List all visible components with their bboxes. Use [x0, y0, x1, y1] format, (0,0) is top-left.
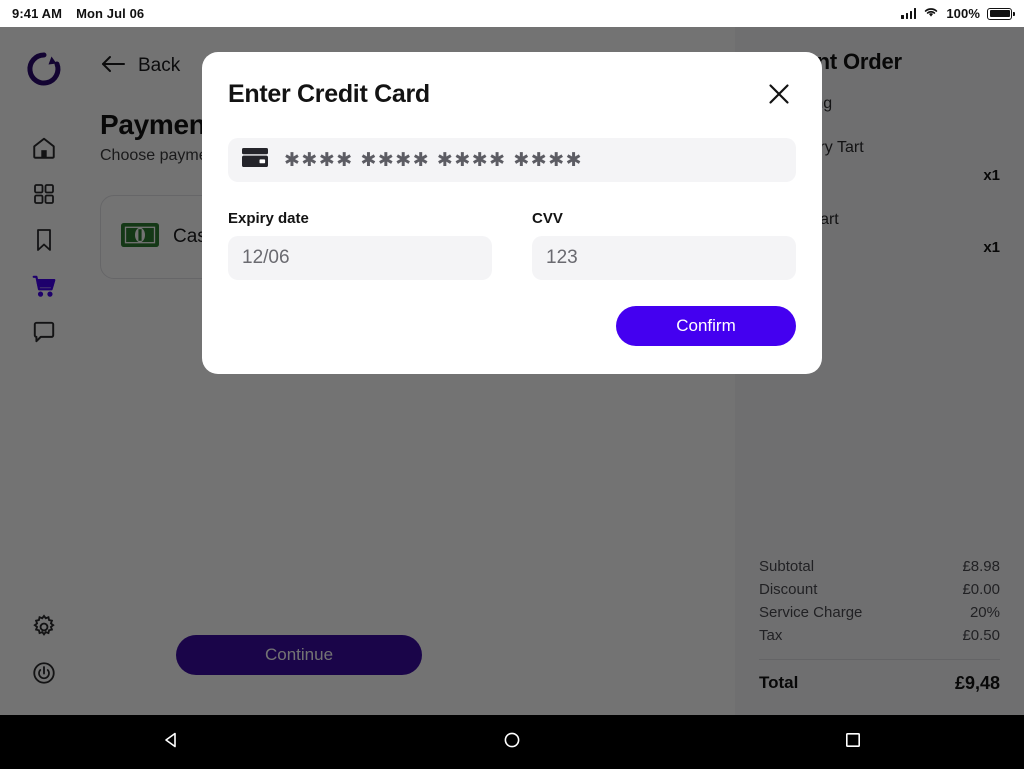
close-button[interactable] — [762, 78, 796, 112]
android-back-button[interactable] — [131, 722, 211, 762]
modal-title: Enter Credit Card — [228, 80, 430, 108]
card-number-value: ✱✱✱✱ ✱✱✱✱ ✱✱✱✱ ✱✱✱✱ — [284, 149, 584, 171]
status-bar-right: 100% — [901, 5, 1015, 23]
wifi-icon — [923, 5, 939, 23]
cvv-input[interactable] — [532, 236, 796, 280]
status-date: Mon Jul 06 — [76, 6, 145, 21]
android-recents-icon — [843, 730, 863, 755]
expiry-label: Expiry date — [228, 210, 309, 227]
tablet-screen: 9:41 AM Mon Jul 06 100% Enter Credit Car… — [0, 0, 1024, 769]
android-home-icon — [502, 730, 522, 755]
credit-card-modal: Enter Credit Card ✱✱✱✱ ✱✱✱✱ ✱✱✱✱ ✱✱✱✱ Ex… — [202, 52, 822, 374]
android-home-button[interactable] — [472, 722, 552, 762]
android-navigation-bar — [0, 715, 1024, 769]
battery-full-icon — [987, 7, 1015, 20]
confirm-button[interactable]: Confirm — [616, 306, 796, 346]
cvv-label: CVV — [532, 210, 563, 227]
status-time: 9:41 AM — [12, 6, 63, 21]
android-back-icon — [161, 730, 181, 755]
expiry-col: Expiry date — [228, 210, 492, 280]
card-number-field[interactable]: ✱✱✱✱ ✱✱✱✱ ✱✱✱✱ ✱✱✱✱ — [228, 138, 796, 182]
cellular-signal-icon — [901, 8, 917, 19]
cvv-col: CVV — [532, 210, 796, 280]
close-icon — [766, 81, 792, 110]
expiry-input[interactable] — [228, 236, 492, 280]
status-bar-left: 9:41 AM Mon Jul 06 — [12, 6, 144, 21]
credit-card-icon — [242, 148, 268, 172]
modal-footer: Confirm — [228, 306, 796, 346]
modal-header: Enter Credit Card — [228, 78, 796, 112]
card-details-row: Expiry date CVV — [228, 210, 796, 280]
android-recents-button[interactable] — [813, 722, 893, 762]
status-bar: 9:41 AM Mon Jul 06 100% — [0, 0, 1024, 27]
battery-percent: 100% — [946, 6, 980, 21]
